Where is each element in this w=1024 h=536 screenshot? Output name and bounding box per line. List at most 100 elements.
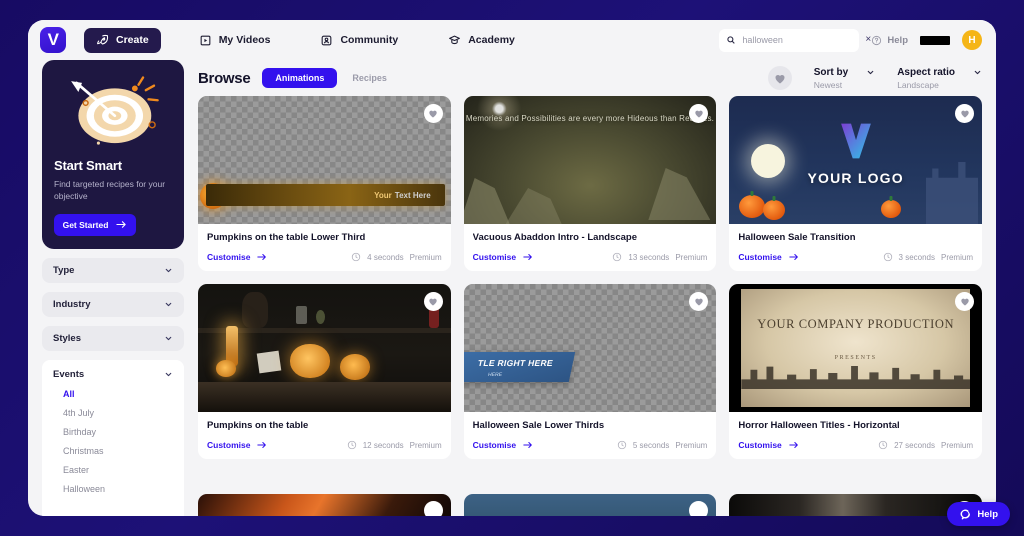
- list-item[interactable]: [198, 494, 451, 516]
- get-started-button[interactable]: Get Started: [54, 213, 136, 236]
- card-favourite-button[interactable]: [689, 501, 709, 516]
- arrow-right-icon: [789, 442, 798, 448]
- clock-icon: [617, 440, 627, 450]
- search-input[interactable]: [742, 35, 860, 45]
- events-option-4th-july[interactable]: 4th July: [63, 408, 173, 418]
- events-option-christmas[interactable]: Christmas: [63, 446, 173, 456]
- filter-type[interactable]: Type: [42, 257, 184, 283]
- heart-icon: [695, 298, 703, 306]
- question-circle-icon: [872, 35, 882, 45]
- nav-item-academy[interactable]: Academy: [436, 28, 527, 53]
- customise-label: Customise: [207, 440, 251, 450]
- filter-type-label: Type: [53, 264, 75, 276]
- heart-icon: [960, 298, 969, 306]
- heart-icon: [960, 110, 969, 118]
- nav-right-cluster: × Help H: [719, 28, 982, 52]
- search-icon: [727, 36, 736, 44]
- card-meta: Customise 27 seconds Premium: [738, 440, 973, 450]
- overlay-text-secondary: PRESENTS: [834, 355, 877, 361]
- filter-industry[interactable]: Industry: [42, 291, 184, 317]
- events-option-list: All 4th July Birthday Christmas Easter H…: [53, 389, 173, 494]
- events-option-all[interactable]: All: [63, 389, 173, 399]
- card-title: Pumpkins on the table Lower Third: [207, 232, 366, 243]
- card-thumbnail-blue-lower-third[interactable]: TLE RIGHT HERE HERE: [463, 284, 717, 412]
- pumpkin-icon: [881, 200, 902, 218]
- card-body: Halloween Sale Transition Customise 3 se…: [729, 224, 982, 271]
- card-thumbnail-abaddon[interactable]: Memories and Possibilities are every mor…: [463, 96, 717, 224]
- next-row-preview: [198, 494, 982, 516]
- tab-recipes[interactable]: Recipes: [339, 68, 400, 88]
- chevron-down-icon: [165, 336, 172, 340]
- card-favourite-button[interactable]: [955, 292, 974, 311]
- customise-button[interactable]: Customise: [473, 252, 533, 262]
- card-meta-right: 4 seconds Premium: [351, 252, 442, 262]
- list-item[interactable]: [729, 494, 982, 516]
- card-favourite-button[interactable]: [423, 104, 443, 123]
- table-row[interactable]: YOUR LOGO Halloween Sale Transition Cust…: [729, 96, 982, 271]
- promo-title: Start Smart: [54, 158, 122, 173]
- card-favourite-button[interactable]: [423, 501, 443, 516]
- table-row[interactable]: YOUR COMPANY PRODUCTION PRESENTS Horror …: [729, 284, 982, 459]
- nav-item-my-videos[interactable]: My Videos: [187, 28, 283, 53]
- nav-item-community[interactable]: Community: [308, 28, 410, 53]
- arrow-right-icon: [523, 442, 532, 448]
- filter-events-header[interactable]: Events: [53, 369, 173, 380]
- heart-icon: [775, 74, 785, 83]
- customise-button[interactable]: Customise: [207, 440, 267, 450]
- aspect-ratio-dropdown[interactable]: Aspect ratio Landscape: [897, 67, 982, 90]
- card-tier-badge: Premium: [675, 440, 708, 450]
- tab-animations[interactable]: Animations: [262, 68, 338, 88]
- nav-item-create[interactable]: Create: [84, 27, 161, 53]
- table-row[interactable]: Your Text Here Pumpkins on the table Low…: [198, 96, 451, 271]
- help-link[interactable]: Help: [871, 35, 908, 46]
- browse-header: Browse Animations Recipes Sort by Newest…: [198, 60, 982, 96]
- events-option-easter[interactable]: Easter: [63, 465, 173, 475]
- events-option-birthday[interactable]: Birthday: [63, 427, 173, 437]
- card-meta-right: 13 seconds Premium: [612, 252, 707, 262]
- card-meta-right: 3 seconds Premium: [883, 252, 973, 262]
- card-duration: 3 seconds: [898, 252, 935, 262]
- sidebar: Start Smart Find targeted recipes for yo…: [42, 60, 184, 516]
- table-row[interactable]: Pumpkins on the table Customise 12 secon…: [198, 284, 451, 459]
- overlay-text-primary: TLE RIGHT HERE: [476, 358, 554, 368]
- list-item[interactable]: [463, 494, 717, 516]
- search-clear-icon[interactable]: ×: [865, 35, 871, 45]
- card-meta: Customise 12 seconds Premium: [207, 440, 442, 450]
- halloween-night-scene: YOUR LOGO: [729, 96, 982, 224]
- card-tier-badge: Premium: [940, 252, 973, 262]
- card-thumbnail-halloween-sale[interactable]: YOUR LOGO: [729, 96, 982, 224]
- card-thumbnail-sepia-titles[interactable]: YOUR COMPANY PRODUCTION PRESENTS: [729, 284, 982, 412]
- card-thumbnail-pumpkin-lower-third[interactable]: Your Text Here: [198, 96, 451, 224]
- card-favourite-button[interactable]: [955, 104, 974, 123]
- card-favourite-button[interactable]: [689, 292, 709, 311]
- table-row[interactable]: Memories and Possibilities are every mor…: [463, 96, 717, 271]
- help-widget-button[interactable]: Help: [947, 502, 1010, 526]
- help-link-label: Help: [887, 34, 908, 46]
- card-duration: 12 seconds: [362, 440, 404, 450]
- avatar[interactable]: H: [962, 30, 982, 50]
- customise-button[interactable]: Customise: [738, 440, 798, 450]
- card-thumbnail-pumpkins-photo[interactable]: [198, 284, 451, 412]
- card-meta-right: 27 seconds Premium: [878, 440, 973, 450]
- customise-button[interactable]: Customise: [473, 440, 533, 450]
- card-duration: 27 seconds: [894, 440, 935, 450]
- customise-button[interactable]: Customise: [207, 252, 267, 262]
- primary-nav: Create My Videos Community Academy: [84, 27, 527, 53]
- card-meta: Customise 3 seconds Premium: [738, 252, 973, 262]
- customise-button[interactable]: Customise: [738, 252, 798, 262]
- sort-by-dropdown[interactable]: Sort by Newest: [814, 67, 875, 90]
- filter-styles[interactable]: Styles: [42, 325, 184, 351]
- card-favourite-button[interactable]: [423, 292, 443, 311]
- customise-label: Customise: [472, 440, 517, 450]
- dartboard-target-icon: [54, 72, 172, 154]
- card-title: Halloween Sale Transition: [738, 232, 856, 243]
- favourites-button[interactable]: [767, 66, 792, 90]
- community-icon: [322, 35, 332, 45]
- app-logo[interactable]: V: [40, 27, 66, 53]
- browse-controls: Sort by Newest Aspect ratio Landscape: [767, 66, 982, 90]
- events-option-halloween[interactable]: Halloween: [63, 484, 173, 494]
- search-box[interactable]: ×: [719, 28, 871, 52]
- card-tier-badge: Premium: [409, 440, 442, 450]
- table-row[interactable]: TLE RIGHT HERE HERE Halloween Sale Lower…: [463, 284, 717, 459]
- overlay-text-primary: YOUR COMPANY PRODUCTION: [757, 317, 955, 331]
